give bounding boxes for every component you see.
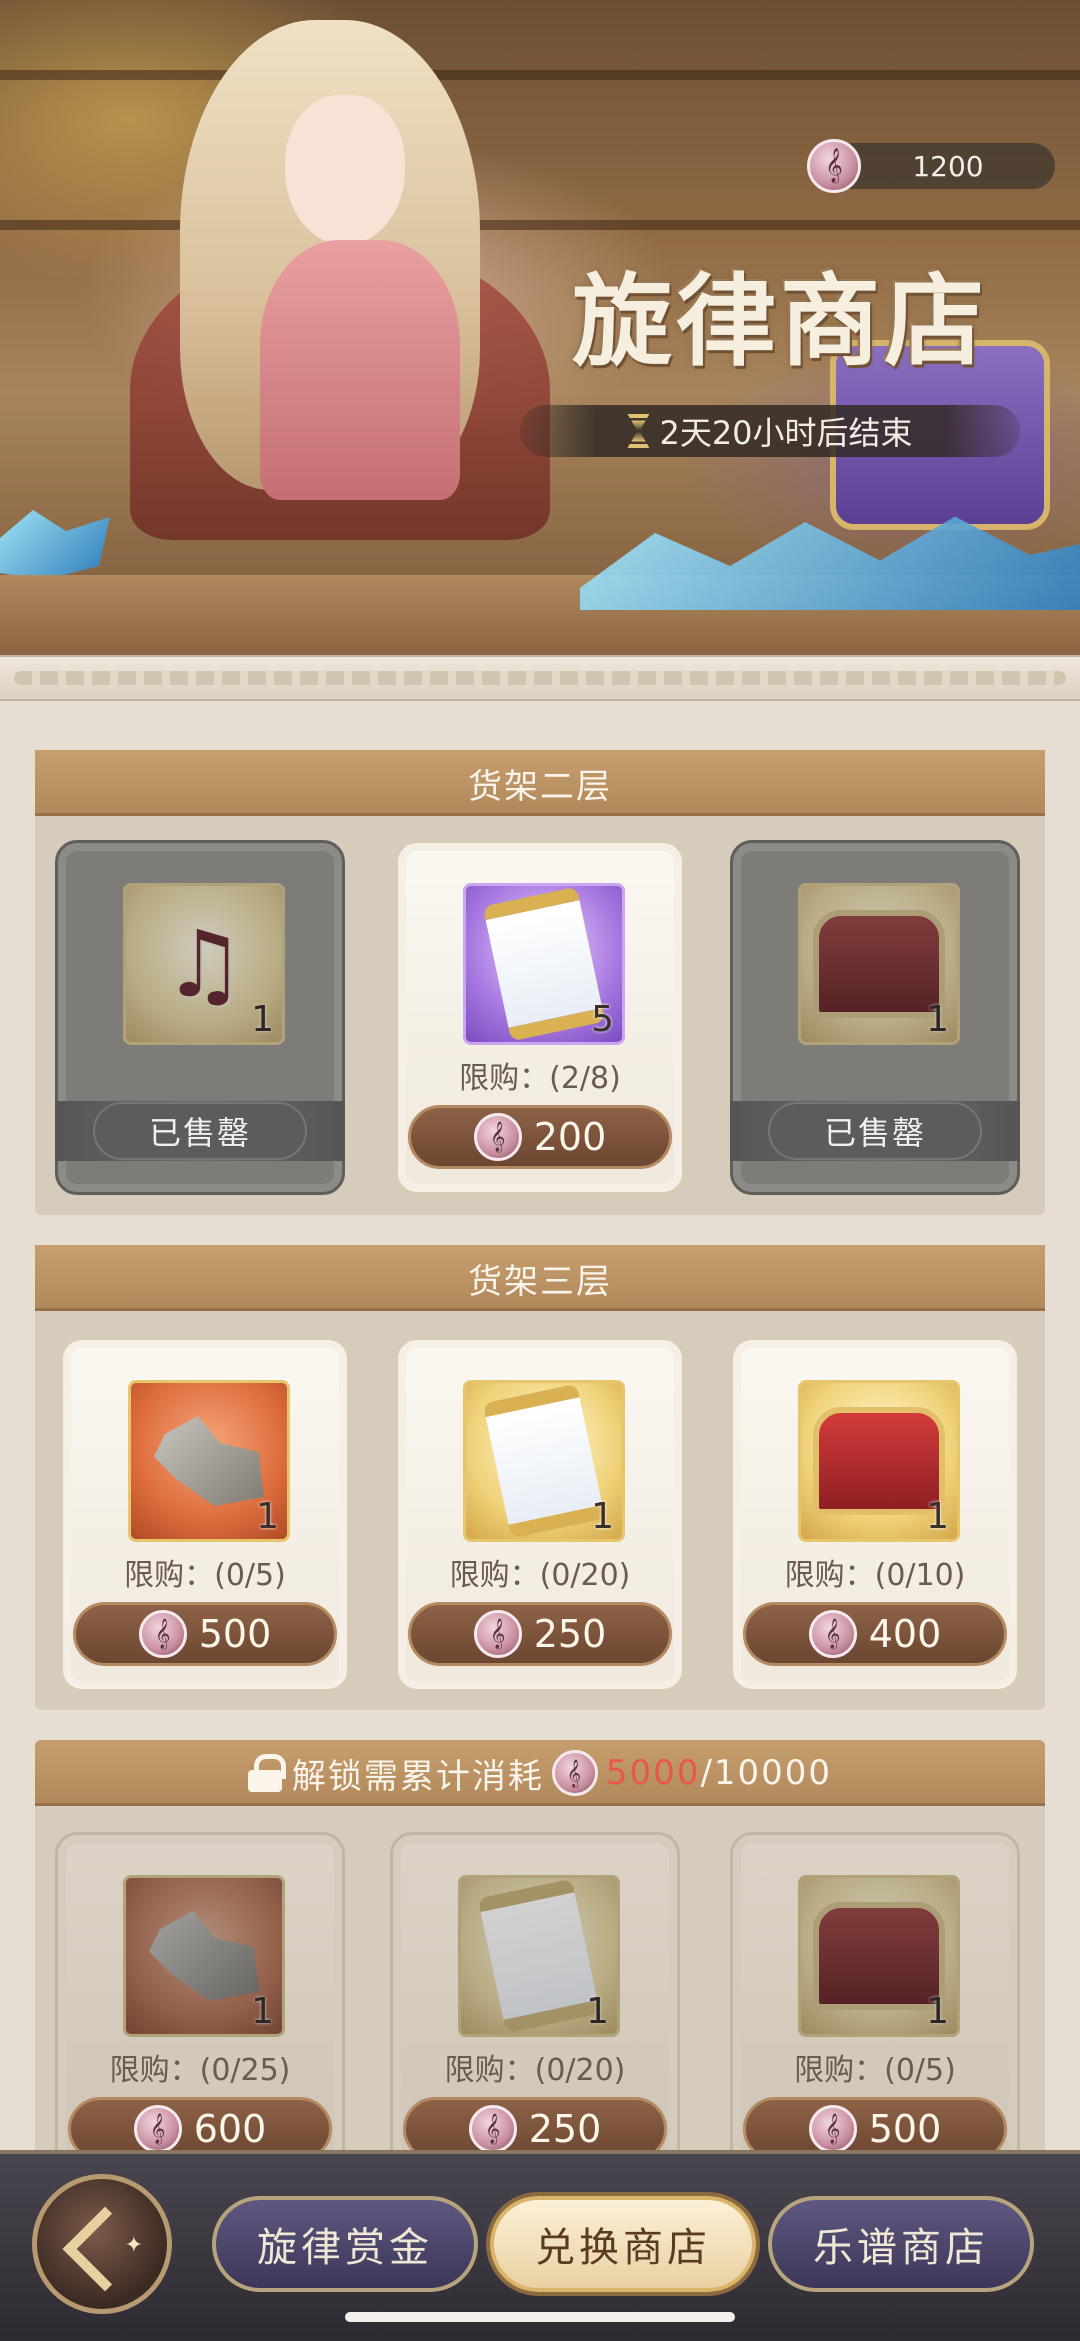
shop-item-card[interactable]: 1 限购：(0/5) 𝄞 500 <box>60 1337 350 1692</box>
music-note-coin-icon: 𝄞 <box>473 1610 522 1658</box>
unlock-progress-total: /10000 <box>700 1753 833 1793</box>
item-price: 200 <box>533 1115 607 1159</box>
timer-text: 2天20小时后结束 <box>659 414 913 452</box>
back-button[interactable] <box>32 2174 172 2314</box>
sold-out-badge: 已售罄 <box>55 1101 345 1161</box>
item-icon: 1 <box>128 1380 290 1542</box>
purchase-limit: 限购：(0/5) <box>794 2053 956 2088</box>
shop-item-card: 1 限购：(0/25) 𝄞 600 <box>55 1832 345 2160</box>
item-quantity: 1 <box>926 1991 949 2032</box>
shop-item-card: 1 限购：(0/5) 𝄞 500 <box>730 1832 1020 2160</box>
shop-title: 旋律商店 <box>572 262 988 380</box>
buy-button[interactable]: 𝄞 400 <box>743 1602 1007 1666</box>
sold-out-label: 已售罄 <box>92 1102 307 1160</box>
section-header: 货架三层 <box>35 1245 1045 1311</box>
shop-screen: 𝄞 1200 旋律商店 2天20小时后结束 货架二层 1 已售罄 5 <box>0 0 1080 2341</box>
buy-button[interactable]: 𝄞 200 <box>408 1105 672 1169</box>
music-note-coin-icon: 𝄞 <box>138 1610 187 1658</box>
back-arrow-icon <box>67 2209 143 2279</box>
tab-melody-bounty[interactable]: 旋律赏金 <box>212 2196 478 2292</box>
section-header: 货架二层 <box>35 750 1045 816</box>
purchase-limit: 限购：(2/8) <box>459 1061 621 1096</box>
shopkeeper-illustration <box>110 0 560 560</box>
shelf-section-3: 货架三层 1 限购：(0/5) 𝄞 500 1 限购：(0/20) 𝄞 250 <box>35 1245 1045 1710</box>
sold-out-label: 已售罄 <box>767 1102 982 1160</box>
shop-item-card[interactable]: 5 限购：(2/8) 𝄞 200 <box>395 840 685 1195</box>
music-note-coin-icon: 𝄞 <box>473 1113 522 1161</box>
item-quantity: 1 <box>926 999 949 1040</box>
item-price: 500 <box>198 1612 272 1656</box>
item-icon: 1 <box>798 883 960 1045</box>
currency-display[interactable]: 𝄞 1200 <box>807 139 1055 193</box>
shop-item-card[interactable]: 1 已售罄 <box>55 840 345 1195</box>
unlock-requirement-label: 解锁需累计消耗 <box>291 1756 544 1797</box>
shop-item-card[interactable]: 1 限购：(0/20) 𝄞 250 <box>395 1337 685 1692</box>
item-price: 600 <box>193 2107 267 2151</box>
gems-decoration <box>0 510 110 580</box>
music-note-coin-icon: 𝄞 <box>551 1750 598 1796</box>
purchase-limit: 限购：(0/10) <box>784 1558 966 1593</box>
item-icon: 1 <box>798 1380 960 1542</box>
item-icon: 1 <box>463 1380 625 1542</box>
item-quantity: 1 <box>251 1991 274 2032</box>
section-title: 货架三层 <box>468 1261 612 1302</box>
unlock-progress-current: 5000 <box>605 1753 701 1793</box>
item-quantity: 1 <box>926 1496 949 1537</box>
purchase-limit: 限购：(0/20) <box>444 2053 626 2088</box>
item-quantity: 1 <box>586 1991 609 2032</box>
buy-button[interactable]: 𝄞 250 <box>408 1602 672 1666</box>
item-icon: 1 <box>798 1875 960 2037</box>
sold-out-badge: 已售罄 <box>730 1101 1020 1161</box>
item-quantity: 1 <box>251 999 274 1040</box>
section-header: 解锁需累计消耗 𝄞 5000 /10000 <box>35 1740 1045 1806</box>
music-note-coin-icon: 𝄞 <box>808 1610 857 1658</box>
buy-button[interactable]: 𝄞 500 <box>73 1602 337 1666</box>
music-note-coin-icon: 𝄞 <box>133 2105 182 2153</box>
purchase-limit: 限购：(0/5) <box>124 1558 286 1593</box>
item-price: 400 <box>868 1612 942 1656</box>
lock-icon <box>247 1754 286 1792</box>
item-price: 250 <box>533 1612 607 1656</box>
shop-item-card[interactable]: 1 已售罄 <box>730 840 1020 1195</box>
item-quantity: 1 <box>256 1496 279 1537</box>
item-quantity: 5 <box>591 999 614 1040</box>
music-note-coin-icon: 𝄞 <box>468 2105 517 2153</box>
shelf-section-2: 货架二层 1 已售罄 5 限购：(2/8) 𝄞 200 <box>35 750 1045 1215</box>
shop-item-card[interactable]: 1 限购：(0/10) 𝄞 400 <box>730 1337 1020 1692</box>
item-icon: 5 <box>463 883 625 1045</box>
home-indicator[interactable] <box>345 2312 735 2322</box>
purchase-limit: 限购：(0/25) <box>109 2053 291 2088</box>
tab-score-shop[interactable]: 乐谱商店 <box>768 2196 1034 2292</box>
shop-timer: 2天20小时后结束 <box>520 405 1020 457</box>
item-icon: 1 <box>123 883 285 1045</box>
item-icon: 1 <box>123 1875 285 2037</box>
purchase-limit: 限购：(0/20) <box>449 1558 631 1593</box>
music-note-coin-icon: 𝄞 <box>807 139 861 193</box>
locked-shelf-section: 解锁需累计消耗 𝄞 5000 /10000 1 限购：(0/25) 𝄞 600 … <box>35 1740 1045 2160</box>
section-title: 货架二层 <box>468 766 612 807</box>
hourglass-icon <box>627 414 649 448</box>
shop-banner: 𝄞 1200 旋律商店 2天20小时后结束 <box>0 0 1080 655</box>
item-quantity: 1 <box>591 1496 614 1537</box>
music-note-coin-icon: 𝄞 <box>808 2105 857 2153</box>
item-icon: 1 <box>458 1875 620 2037</box>
shop-item-card: 1 限购：(0/20) 𝄞 250 <box>390 1832 680 2160</box>
banner-divider <box>0 655 1080 701</box>
tab-exchange-shop[interactable]: 兑换商店 <box>490 2196 756 2292</box>
item-price: 500 <box>868 2107 942 2151</box>
item-price: 250 <box>528 2107 602 2151</box>
currency-amount: 1200 <box>912 149 984 183</box>
